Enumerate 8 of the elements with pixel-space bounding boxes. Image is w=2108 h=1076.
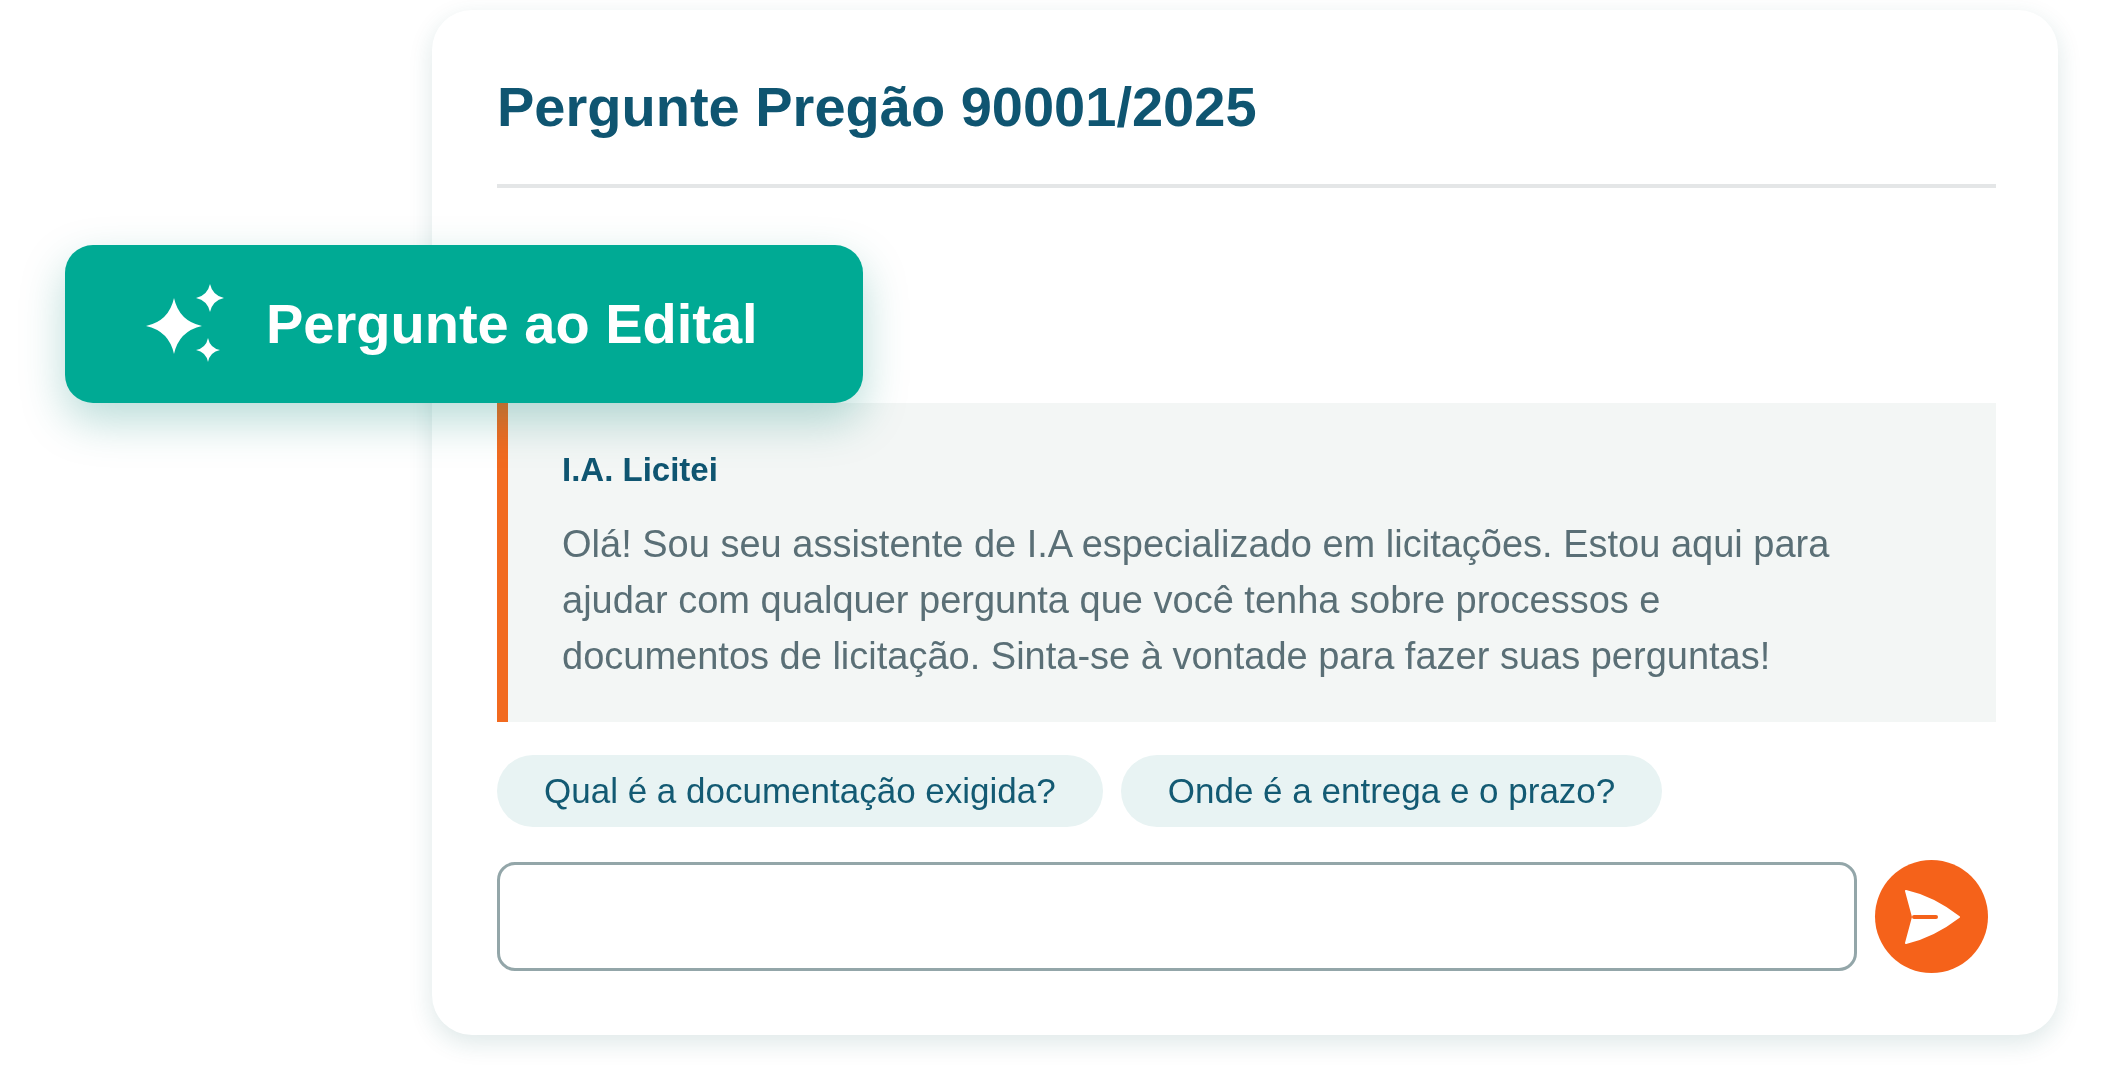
card-title: Pergunte Pregão 90001/2025 (497, 75, 1257, 139)
message-text: Olá! Sou seu assistente de I.A especializado em licitações. Estou aqui para ajudar com qualquer pergunta que você tenha sobre processos e documentos de licitação. Sinta-se à vontade para fazer suas perguntas! (562, 522, 1831, 679)
message-input[interactable] (497, 862, 1857, 971)
sender-name: I.A. Licitei (562, 450, 718, 490)
suggestion-chip[interactable]: Qual é a documentação exigida? (497, 755, 1103, 827)
send-icon (1903, 889, 1960, 944)
badge-label: Pergunte ao Edital (266, 292, 758, 356)
suggestion-chip[interactable]: Onde é a entrega e o prazo? (1120, 755, 1663, 827)
